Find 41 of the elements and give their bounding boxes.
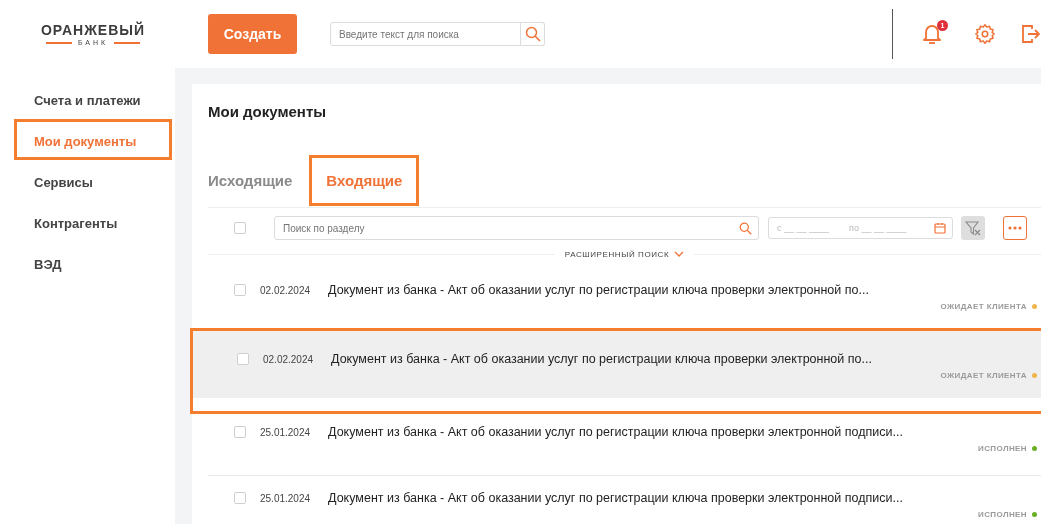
document-date: 02.02.2024 <box>260 284 311 296</box>
bell-icon <box>922 23 942 45</box>
row-checkbox[interactable] <box>234 492 246 504</box>
more-button[interactable] <box>1003 216 1027 240</box>
date-to: по __ __ ____ <box>849 223 907 233</box>
chevron-down-icon <box>674 251 685 257</box>
filter-clear-icon <box>965 220 981 236</box>
more-icon <box>1008 226 1022 230</box>
document-title: Документ из банка - Акт об оказании услуг по регистрации ключа проверки электронной подписи... <box>328 491 903 505</box>
document-title: Документ из банка - Акт об оказании услуг по регистрации ключа проверки электронной подписи... <box>328 425 903 439</box>
document-date: 25.01.2024 <box>260 426 311 438</box>
document-row[interactable]: 02.02.2024 Документ из банка - Акт об оказании услуг по регистрации ключа проверки электронной по... ОЖИДАЕТ КЛИЕНТА <box>190 328 1041 414</box>
document-row[interactable]: 25.01.2024 Документ из банка - Акт об оказании услуг по регистрации ключа проверки электронной подписи... ИСПОЛНЕН <box>206 410 1041 476</box>
clear-filter-button[interactable] <box>961 216 985 240</box>
section-search-field[interactable]: Поиск по разделу <box>274 216 759 240</box>
advanced-search-link[interactable]: РАСШИРЕННЫЙ ПОИСК <box>554 249 695 259</box>
row-checkbox[interactable] <box>237 353 249 365</box>
row-checkbox[interactable] <box>234 426 246 438</box>
sidebar-item[interactable]: Сервисы <box>14 160 172 201</box>
document-title: Документ из банка - Акт об оказании услуг по регистрации ключа проверки электронной по... <box>328 283 869 297</box>
document-status: ИСПОЛНЕН <box>978 444 1027 453</box>
document-date: 25.01.2024 <box>260 492 311 504</box>
calendar-icon <box>934 222 946 234</box>
document-status: ОЖИДАЕТ КЛИЕНТА <box>940 371 1027 380</box>
document-status: ОЖИДАЕТ КЛИЕНТА <box>940 302 1027 311</box>
sidebar-item[interactable]: Контрагенты <box>14 201 172 242</box>
document-title: Документ из банка - Акт об оказании услуг по регистрации ключа проверки электронной по... <box>331 352 872 366</box>
row-checkbox[interactable] <box>234 284 246 296</box>
page-title: Мои документы <box>208 102 328 122</box>
sidebar-item[interactable]: ВЭД <box>14 242 172 283</box>
document-row[interactable]: 25.01.2024 Документ из банка - Акт об оказании услуг по регистрации ключа проверки электронной подписи... ИСПОЛНЕН <box>206 476 1041 524</box>
settings-icon[interactable] <box>974 23 996 45</box>
document-status: ИСПОЛНЕН <box>978 510 1027 519</box>
search-button[interactable] <box>521 22 545 46</box>
select-all-checkbox[interactable] <box>234 222 246 234</box>
search-icon <box>524 26 541 42</box>
sidebar-item[interactable]: Счета и платежи <box>14 78 172 119</box>
document-date: 02.02.2024 <box>263 353 314 365</box>
search-icon <box>739 222 752 235</box>
logout-icon[interactable] <box>1021 23 1041 45</box>
search-field[interactable]: Введите текст для поиска <box>330 22 521 46</box>
